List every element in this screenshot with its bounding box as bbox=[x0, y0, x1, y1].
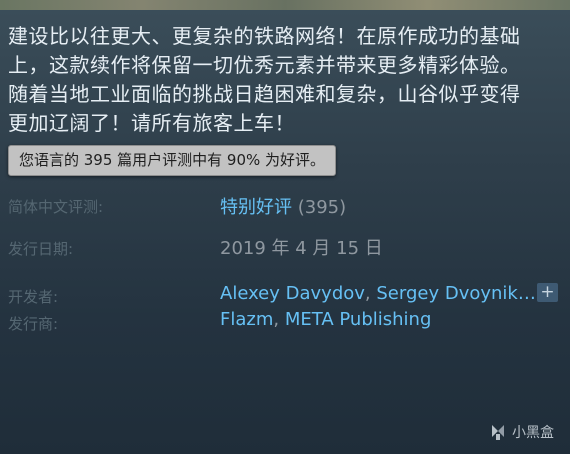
reviews-value: 特别好评 (395) bbox=[220, 193, 346, 219]
publisher-value: Flazm, META Publishing bbox=[220, 309, 431, 330]
reviews-label: 简体中文评测: bbox=[8, 198, 104, 216]
game-description: 建设比以往更大、更复杂的铁路网络！在原作成功的基础 上，这款续作将保留一切优秀元… bbox=[8, 22, 564, 138]
review-summary-tooltip: 您语言的 395 篇用户评测中有 90% 为好评。 bbox=[8, 145, 337, 176]
review-count: (395) bbox=[297, 197, 347, 218]
release-date-label: 发行日期: bbox=[8, 240, 74, 258]
watermark: 小黑盒 bbox=[488, 422, 554, 442]
developer-label: 开发者: bbox=[8, 288, 59, 306]
review-rating-link[interactable]: 特别好评 bbox=[220, 197, 292, 218]
publisher-separator: , bbox=[273, 309, 280, 330]
developer-separator: , bbox=[364, 283, 371, 304]
header-image-strip bbox=[0, 0, 570, 10]
developer-link[interactable]: Alexey Davydov bbox=[220, 283, 365, 304]
developer-link[interactable]: Sergey Dvoynik… bbox=[376, 283, 535, 304]
publisher-link[interactable]: Flazm bbox=[220, 309, 273, 330]
more-developers-button[interactable]: + bbox=[537, 283, 558, 302]
watermark-text: 小黑盒 bbox=[512, 425, 554, 441]
publisher-label: 发行商: bbox=[8, 315, 59, 333]
description-line: 上，这款续作将保留一切优秀元素并带来更多精彩体验。 bbox=[8, 53, 521, 77]
description-line: 更加辽阔了！请所有旅客上车！ bbox=[8, 111, 295, 135]
description-line: 随着当地工业面临的挑战日趋困难和复杂，山谷似乎变得 bbox=[8, 82, 521, 106]
publisher-link[interactable]: META Publishing bbox=[285, 309, 432, 330]
release-date-value: 2019 年 4 月 15 日 bbox=[220, 238, 383, 259]
description-line: 建设比以往更大、更复杂的铁路网络！在原作成功的基础 bbox=[8, 24, 521, 48]
xiaoheihe-logo-icon bbox=[492, 425, 504, 440]
developer-value: Alexey Davydov, Sergey Dvoynik… bbox=[220, 283, 536, 304]
